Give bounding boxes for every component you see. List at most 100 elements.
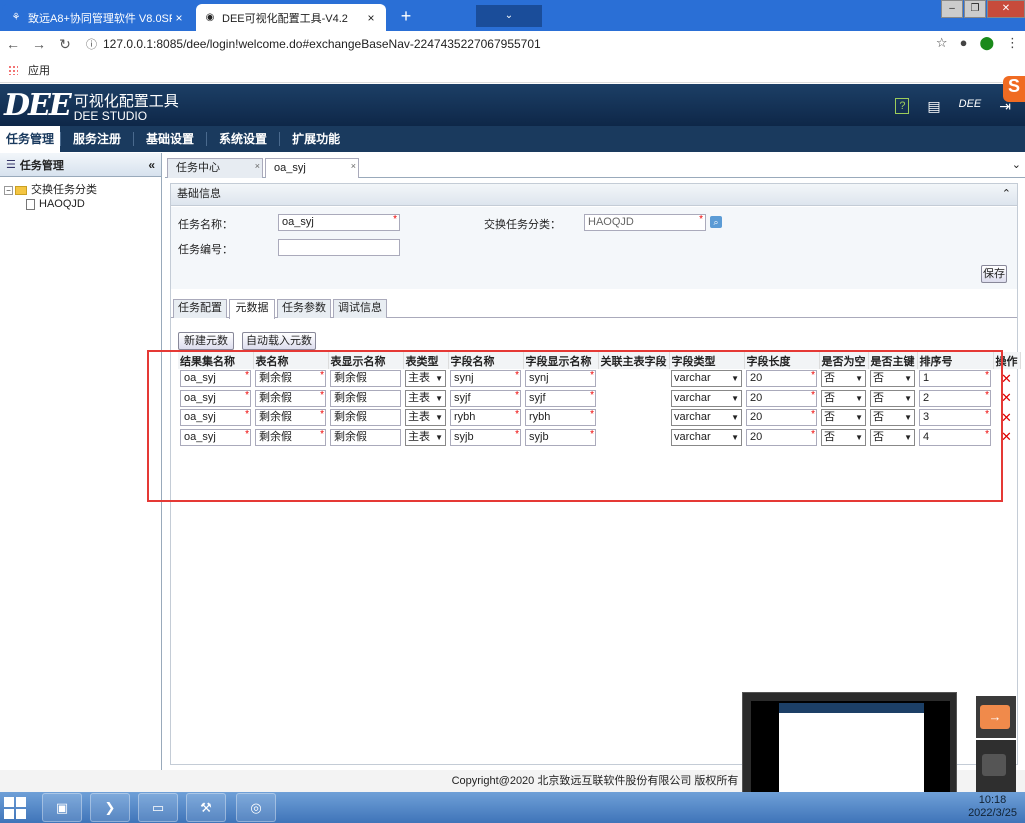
dee-icon[interactable]: DEE (959, 98, 982, 115)
task-name-value: oa_syj (282, 216, 314, 228)
collapse-up-icon[interactable]: ⌃ (1002, 184, 1011, 205)
task-name-label: 任务名称： (178, 219, 233, 231)
help-icon[interactable]: ? (895, 98, 910, 114)
footer-left (0, 770, 165, 792)
extension-icon[interactable]: ⬤ (979, 35, 994, 51)
task-tree: − 交换任务分类 HAOQJD (0, 177, 161, 217)
browser-tab-dee[interactable]: ◉ DEE可视化配置工具-V4.2 × (196, 4, 386, 31)
nav-extensions[interactable]: 扩展功能 (280, 126, 352, 152)
powershell-icon[interactable]: ❯ (90, 793, 130, 822)
file-explorer-icon[interactable]: ▭ (138, 793, 178, 822)
restore-button[interactable]: ❐ (964, 0, 986, 18)
app-logo: DEE 可视化配置工具 DEE STUDIO (4, 88, 179, 123)
browser-tab-a8[interactable]: ⚘ 致远A8+协同管理软件 V8.0SP1 × (2, 4, 194, 31)
server-manager-icon[interactable]: ▣ (42, 793, 82, 822)
back-icon[interactable]: ← (0, 36, 26, 52)
task-no-input[interactable] (278, 239, 400, 256)
new-tab-button[interactable]: + (396, 6, 416, 26)
new-metadata-button[interactable]: 新建元数据 (178, 332, 234, 363)
browser-tab-label: DEE可视化配置工具-V4.2 (222, 12, 348, 25)
globe-icon: ◉ (205, 12, 215, 23)
left-panel: ☰ 任务管理 « − 交换任务分类 HAOQJD (0, 153, 162, 770)
close-icon[interactable]: × (364, 11, 378, 25)
logo-mark: DEE (4, 88, 72, 123)
window-close-button[interactable]: ✕ (987, 0, 1025, 18)
share-arrow-icon: → (980, 705, 1010, 729)
left-panel-title: 任务管理 (19, 159, 64, 172)
nav-system-settings[interactable]: 系统设置 (207, 126, 279, 152)
tab-task-params[interactable]: 任务参数 (277, 299, 331, 318)
camera-button[interactable] (976, 740, 1016, 792)
tab-task-config[interactable]: 任务配置 (173, 299, 227, 318)
logo-subtitle: DEE STUDIO (73, 109, 148, 123)
list-icon: ☰ (6, 159, 16, 171)
bookmark-apps[interactable]: 应用 (28, 62, 50, 78)
tree-node-label: HAOQJD (39, 198, 85, 210)
taskbar-clock[interactable]: 10:18 2022/3/25 (968, 794, 1017, 820)
header-actions: ? ▤ DEE ⇥ (895, 98, 1011, 115)
tree-node-child[interactable]: HAOQJD (4, 197, 157, 211)
category-label: 交换任务分类： (484, 219, 561, 231)
tab-metadata[interactable]: 元数据 (229, 299, 275, 319)
bookmarks-bar: 应用 (0, 57, 1025, 83)
tree-expand-icon[interactable]: − (4, 185, 13, 195)
menu-icon[interactable]: ⋮ (1006, 35, 1019, 51)
task-no-label: 任务编号： (178, 244, 233, 256)
nav-task-management[interactable]: 任务管理 (0, 126, 61, 152)
chrome-icon[interactable]: ◎ (236, 793, 276, 822)
search-icon[interactable]: ⌕ (710, 216, 722, 228)
close-icon[interactable]: × (255, 157, 260, 175)
url-text: 127.0.0.1:8085/dee/login!welcome.do#exch… (103, 37, 541, 51)
tab-oa-syj[interactable]: oa_syj × (265, 158, 359, 179)
category-value: HAOQJD (588, 216, 634, 228)
browser-tab-label: 致远A8+协同管理软件 V8.0SP1 (28, 12, 172, 25)
tree-node-root[interactable]: − 交换任务分类 (4, 183, 157, 197)
info-icon[interactable]: ⓘ (86, 36, 97, 52)
close-icon[interactable]: × (351, 157, 356, 175)
windows-taskbar: ▣ ❯ ▭ ⚒ ◎ 10:18 2022/3/25 (0, 792, 1025, 823)
tree-node-label: 交换任务分类 (31, 184, 97, 196)
nav-service-registry[interactable]: 服务注册 (61, 126, 133, 152)
seeyon-favicon-icon: ⚘ (11, 12, 21, 23)
sub-tabs: 任务配置 元数据 任务参数 调试信息 (171, 298, 1017, 319)
address-actions: ☆ ● ⬤ ⋮ (936, 35, 1019, 51)
close-icon[interactable]: × (172, 11, 186, 25)
tab-task-center[interactable]: 任务中心 × (167, 158, 263, 178)
tab-debug-info[interactable]: 调试信息 (333, 299, 387, 318)
content-tabs: 任务中心 × oa_syj × ⌄ (165, 156, 1025, 179)
main-nav: 任务管理 服务注册 基础设置 系统设置 扩展功能 (0, 126, 1025, 152)
forward-icon[interactable]: → (26, 36, 52, 52)
app-header: DEE 可视化配置工具 DEE STUDIO ? ▤ DEE ⇥ (0, 84, 1025, 126)
tab-search-button[interactable]: ⌄ (476, 5, 542, 27)
highlight-annotation-box (147, 350, 1003, 502)
save-button[interactable]: 保存 (981, 265, 1007, 283)
share-button[interactable]: → (976, 696, 1016, 738)
folder-icon (15, 185, 27, 195)
nav-basic-settings[interactable]: 基础设置 (134, 126, 206, 152)
task-name-input[interactable]: oa_syj (278, 214, 400, 231)
url-field[interactable]: ⓘ 127.0.0.1:8085/dee/login!welcome.do#ex… (86, 36, 541, 52)
address-bar: ← → ↻ ⓘ 127.0.0.1:8085/dee/login!welcome… (0, 31, 1025, 57)
minimize-button[interactable]: – (941, 0, 963, 18)
category-input[interactable]: HAOQJD (584, 214, 706, 231)
thumbnail-header-bar (779, 703, 924, 713)
logo-title: 可视化配置工具 (73, 93, 179, 110)
tab-label: 任务中心 (176, 162, 220, 174)
sogou-ime-icon[interactable]: S (1003, 76, 1025, 102)
tools-icon[interactable]: ⚒ (186, 793, 226, 822)
bookmark-star-icon[interactable]: ☆ (936, 35, 948, 51)
chevron-down-icon[interactable]: ⌄ (1012, 158, 1021, 171)
reload-icon[interactable]: ↻ (52, 36, 78, 53)
collapse-left-icon[interactable]: « (148, 158, 155, 172)
auto-load-metadata-button[interactable]: 自动载入元数据 (242, 332, 316, 363)
basic-info-header[interactable]: 基础信息 ⌃ (171, 184, 1017, 206)
browser-tabstrip: ⚘ 致远A8+协同管理软件 V8.0SP1 × ◉ DEE可视化配置工具-V4.… (0, 0, 1025, 31)
clock-time: 10:18 (978, 794, 1007, 806)
apps-grid-icon[interactable] (8, 64, 18, 75)
clock-date: 2022/3/25 (968, 807, 1017, 819)
profile-icon[interactable]: ● (960, 35, 968, 51)
section-title: 基础信息 (177, 188, 221, 200)
windows-start-icon[interactable] (4, 797, 26, 819)
tab-label: oa_syj (274, 162, 306, 174)
document-icon[interactable]: ▤ (927, 98, 940, 115)
